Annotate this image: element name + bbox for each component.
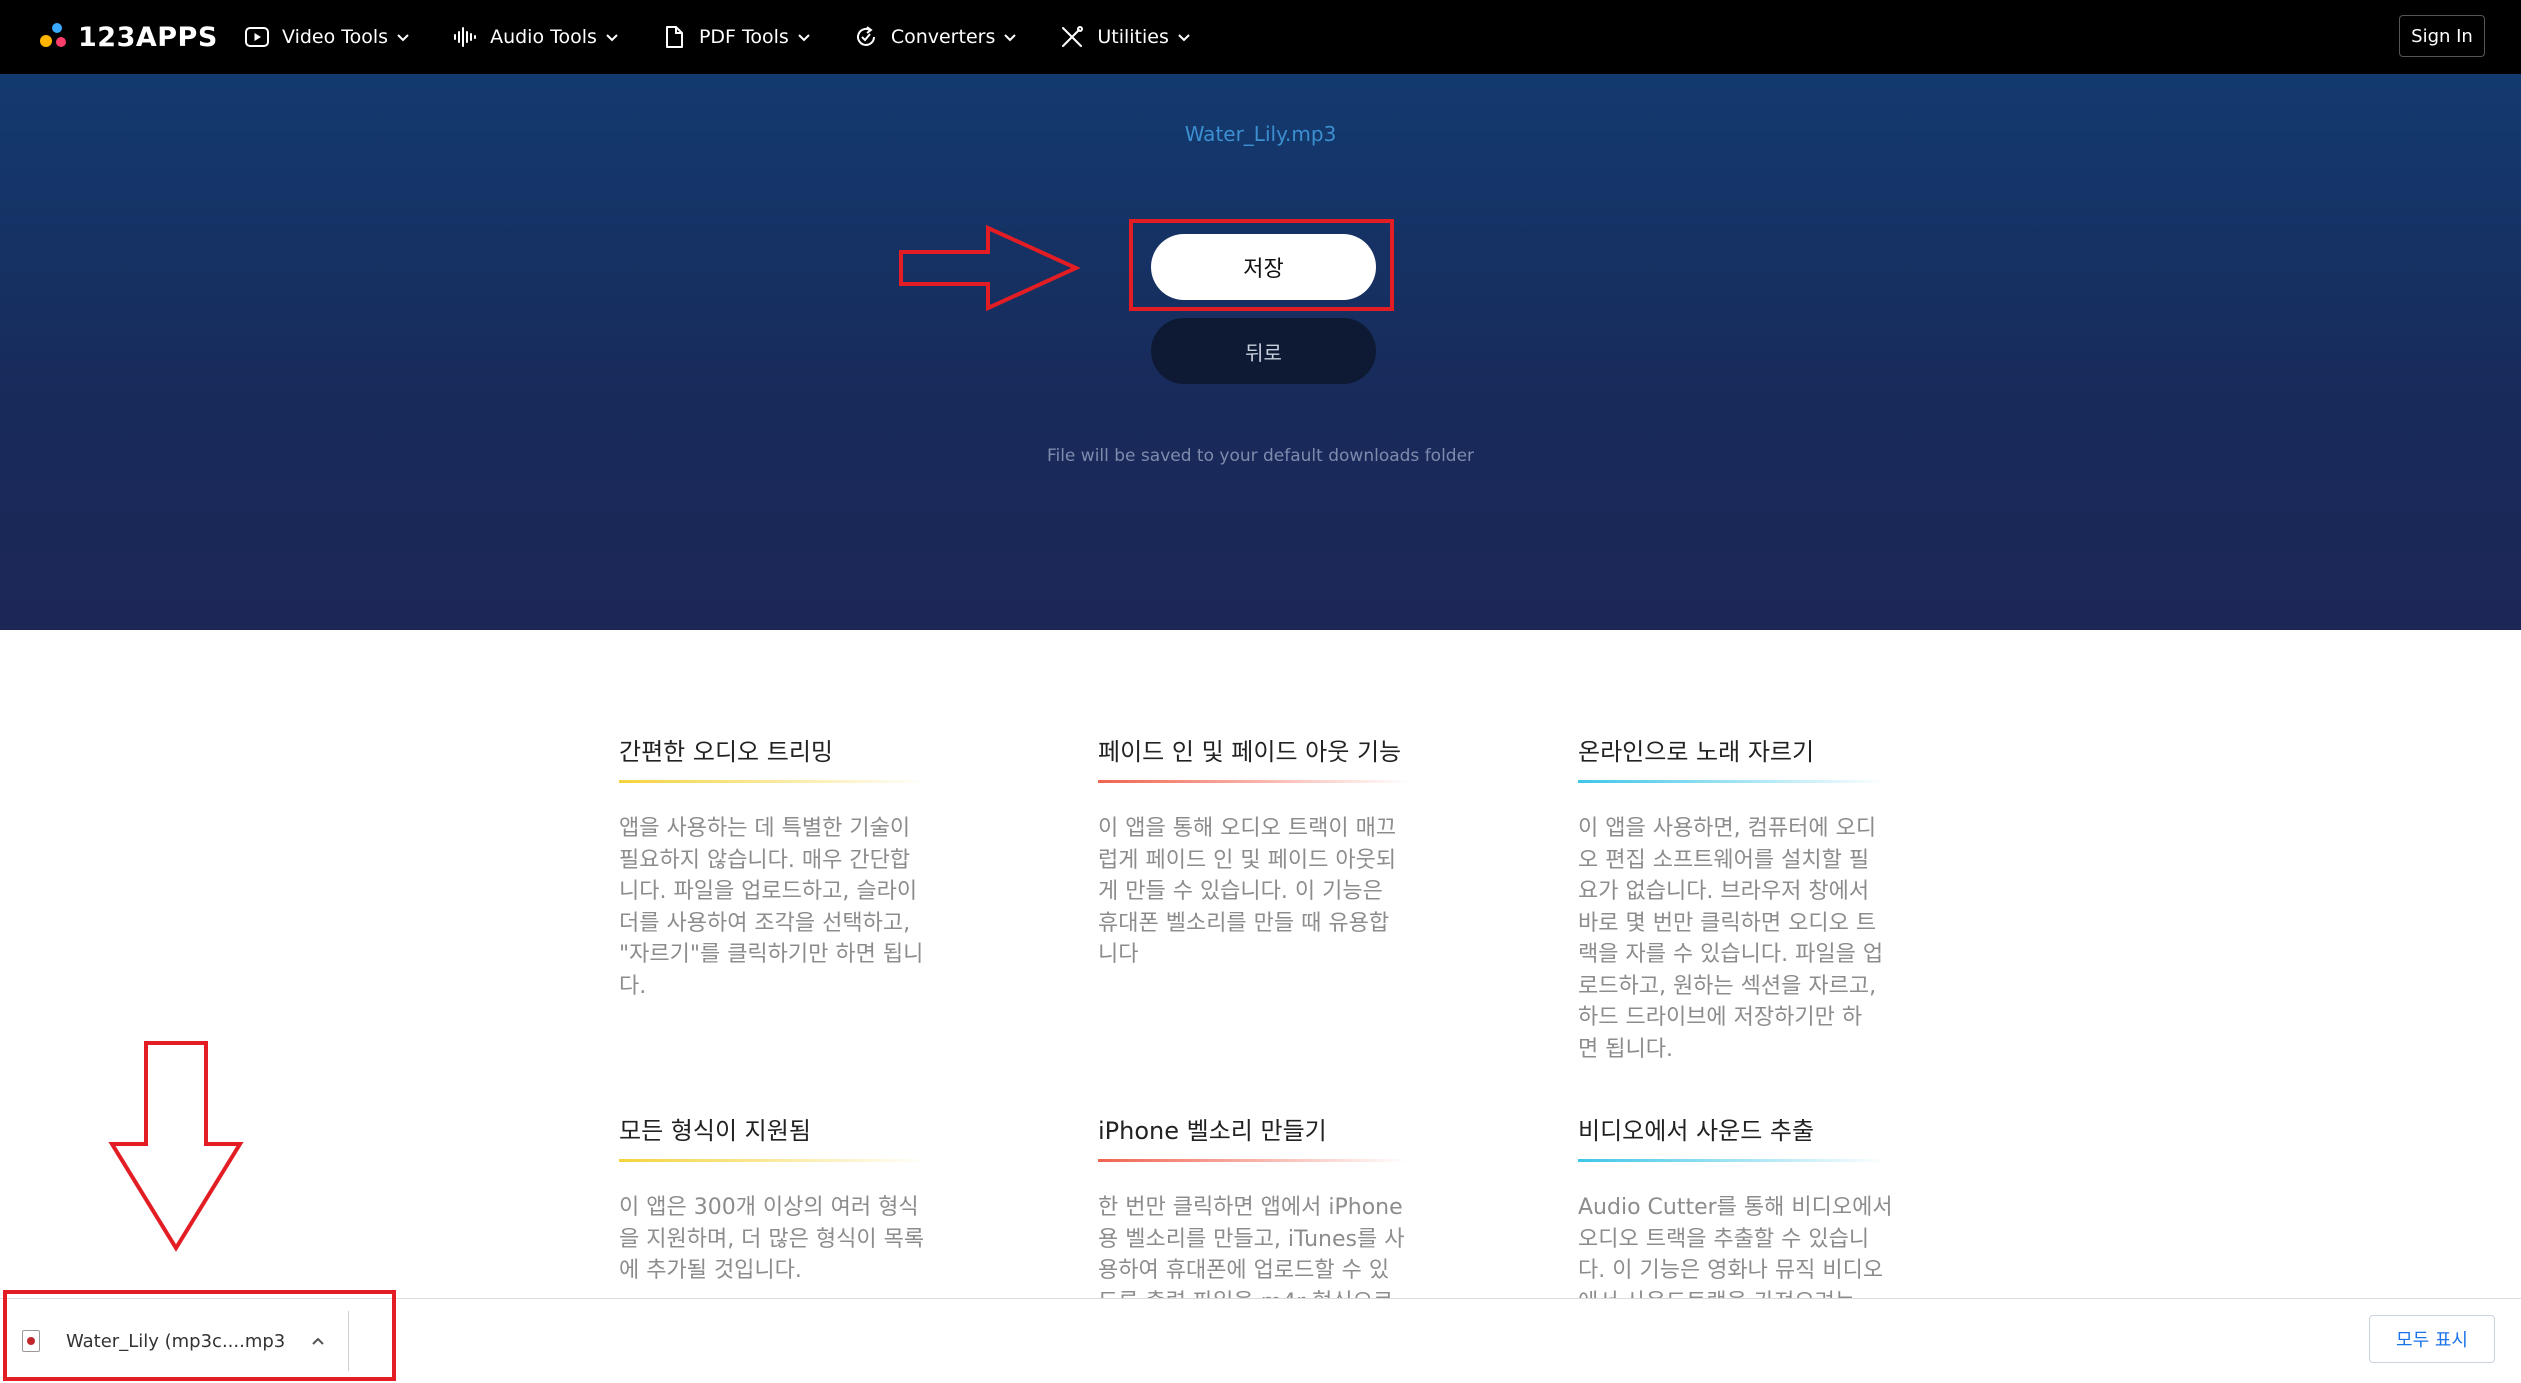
- feature-title: iPhone 벨소리 만들기: [1098, 1117, 1327, 1145]
- nav-label: Audio Tools: [490, 26, 597, 48]
- red-arrow-down-icon: [108, 1041, 244, 1252]
- main-nav: Video Tools Audio Tools PDF Tools Conver…: [244, 0, 1233, 74]
- feature-fade-in-out: 페이드 인 및 페이드 아웃 기능 이 앱을 통해 오디오 트랙이 매끄 럽게 페…: [1098, 736, 1438, 971]
- nav-video-tools[interactable]: Video Tools: [244, 24, 410, 50]
- download-item-highlight: [3, 1290, 396, 1381]
- nav-utilities[interactable]: Utilities: [1059, 24, 1191, 50]
- document-icon: [665, 26, 683, 48]
- chevron-down-icon: [1178, 34, 1190, 42]
- feature-description: 이 앱을 통해 오디오 트랙이 매끄 럽게 페이드 인 및 페이드 아웃되 게 만들…: [1098, 816, 1397, 967]
- feature-accent-bar: [1578, 780, 1888, 783]
- nav-label: Converters: [890, 26, 996, 48]
- feature-title: 온라인으로 노래 자르기: [1578, 738, 1815, 766]
- feature-accent-bar: [619, 1159, 929, 1162]
- feature-title: 비디오에서 사운드 추출: [1578, 1117, 1815, 1145]
- feature-description: 이 앱은 300개 이상의 여러 형식 을 지원하며, 더 많은 형식이 목록 에 …: [619, 1195, 925, 1283]
- waveform-icon: [454, 27, 477, 47]
- back-button[interactable]: 뒤로: [1151, 318, 1376, 384]
- nav-label: Video Tools: [282, 26, 389, 48]
- nav-label: PDF Tools: [698, 26, 789, 48]
- sign-in-button[interactable]: Sign In: [2399, 15, 2485, 57]
- save-button[interactable]: 저장: [1151, 234, 1376, 300]
- save-location-note: File will be saved to your default downl…: [1046, 446, 1475, 466]
- save-panel: Water_Lily.mp3 저장 뒤로 File will be saved …: [0, 74, 2521, 630]
- feature-description: 앱을 사용하는 데 특별한 기술이 필요하지 않습니다. 매우 간단합 니다. 파일…: [619, 816, 924, 999]
- nav-label: Utilities: [1097, 26, 1169, 48]
- play-circle-icon: [245, 27, 269, 47]
- nav-pdf-tools[interactable]: PDF Tools: [661, 24, 811, 50]
- feature-accent-bar: [1098, 780, 1408, 783]
- refresh-icon: [856, 26, 875, 46]
- logo-dots-icon: [38, 21, 70, 53]
- show-all-button[interactable]: 모두 표시: [2369, 1315, 2495, 1363]
- nav-audio-tools[interactable]: Audio Tools: [452, 24, 619, 50]
- feature-easy-trimming: 간편한 오디오 트리밍 앱을 사용하는 데 특별한 기술이 필요하지 않습니다. …: [619, 736, 959, 1002]
- tools-icon: [1062, 26, 1084, 47]
- feature-title: 모든 형식이 지원됨: [619, 1117, 811, 1145]
- feature-accent-bar: [1098, 1159, 1408, 1162]
- feature-all-formats: 모든 형식이 지원됨 이 앱은 300개 이상의 여러 형식 을 지원하며, 더 …: [619, 1115, 959, 1287]
- top-navbar: 123APPS Video Tools Audio Tools PDF Tool…: [0, 0, 2521, 74]
- chevron-down-icon: [798, 34, 810, 42]
- feature-online-cut: 온라인으로 노래 자르기 이 앱을 사용하면, 컴퓨터에 오디 오 편집 소프트웨…: [1578, 736, 1918, 1065]
- red-arrow-right-icon: [899, 224, 1080, 312]
- chevron-down-icon: [397, 34, 409, 42]
- chevron-down-icon: [1004, 34, 1017, 42]
- logo[interactable]: 123APPS: [38, 0, 218, 74]
- chevron-down-icon: [606, 34, 618, 42]
- feature-title: 페이드 인 및 페이드 아웃 기능: [1098, 738, 1402, 766]
- feature-title: 간편한 오디오 트리밍: [619, 738, 833, 766]
- nav-converters[interactable]: Converters: [853, 24, 1018, 50]
- feature-extract-sound: 비디오에서 사운드 추출 Audio Cutter를 통해 비디오에서 오디오 트…: [1578, 1115, 1918, 1318]
- feature-accent-bar: [619, 780, 929, 783]
- feature-iphone-ringtone: iPhone 벨소리 만들기 한 번만 클릭하면 앱에서 iPhone 용 벨소리…: [1098, 1115, 1438, 1318]
- file-name: Water_Lily.mp3: [1184, 122, 1337, 146]
- logo-text: 123APPS: [78, 21, 218, 53]
- feature-description: 이 앱을 사용하면, 컴퓨터에 오디 오 편집 소프트웨어를 설치할 필 요가 없습…: [1578, 816, 1884, 1062]
- feature-accent-bar: [1578, 1159, 1888, 1162]
